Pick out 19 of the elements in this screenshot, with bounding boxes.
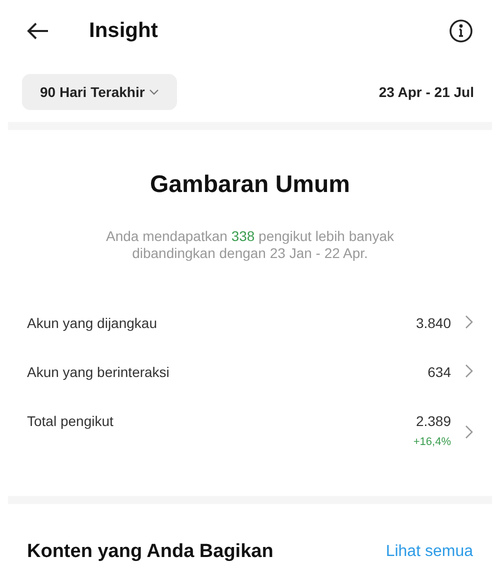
summary-text: Anda mendapatkan 338 pengikut lebih banyak dibandingkan dengan 23 Jan - 22 Apr. — [104, 228, 395, 262]
period-dropdown[interactable]: 90 Hari Terakhir — [22, 74, 177, 110]
metric-change: +16,4% — [413, 435, 451, 450]
section-title: Gambaran Umum — [150, 170, 350, 200]
metric-label: Akun yang berinteraksi — [27, 363, 170, 382]
back-arrow-icon[interactable] — [27, 22, 49, 40]
chevron-right-icon[interactable] — [465, 315, 473, 329]
chevron-right-icon[interactable] — [465, 364, 473, 378]
info-icon[interactable] — [449, 19, 473, 43]
metric-label: Total pengikut — [27, 412, 114, 431]
metric-value: 2.389 — [416, 412, 451, 431]
metric-label: Akun yang dijangkau — [27, 314, 157, 333]
metric-value: 3.840 — [416, 314, 451, 333]
page-title: Insight — [89, 18, 158, 44]
section-heading: Konten yang Anda Bagikan — [27, 540, 274, 564]
metric-value: 634 — [428, 363, 451, 382]
chevron-down-icon — [148, 89, 159, 95]
date-range: 23 Apr - 21 Jul — [378, 82, 474, 102]
chevron-right-icon[interactable] — [465, 425, 473, 439]
